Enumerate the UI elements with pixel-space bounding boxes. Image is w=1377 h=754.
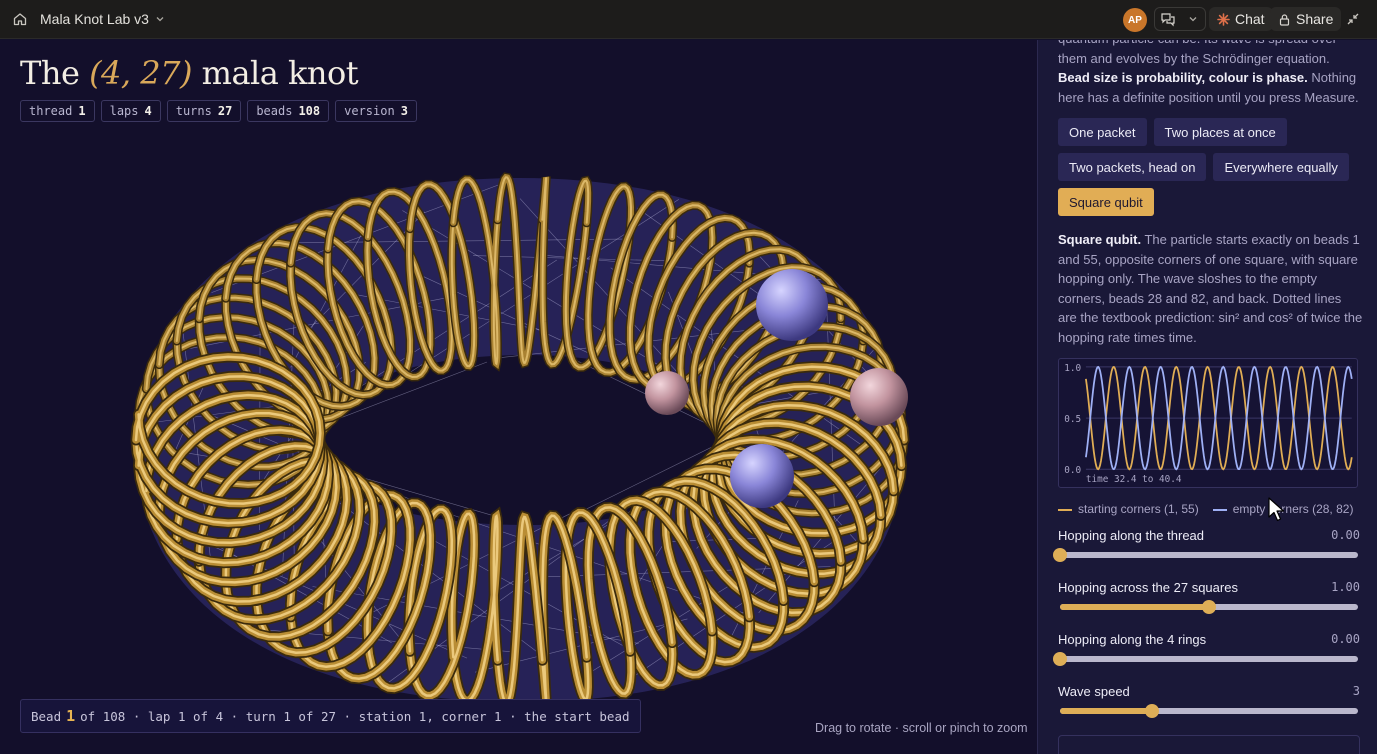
bead-info-prefix: Bead [31, 708, 62, 724]
slider-track[interactable] [1060, 704, 1358, 718]
legend-label: starting corners (1, 55) [1078, 502, 1199, 516]
stats-chips: thread 1 laps 4 turns 27 beads 108 version 3 [20, 100, 417, 122]
slider-label: Hopping across the 27 squares [1058, 580, 1238, 595]
slider-label: Hopping along the thread [1058, 528, 1205, 543]
bead-55[interactable] [645, 371, 689, 415]
bead-1[interactable] [850, 368, 908, 426]
legend-swatch [1212, 508, 1227, 511]
slider-square-hopping: Hopping across the 27 squares 1.00 [1058, 580, 1360, 614]
title-prefix: The [20, 54, 80, 92]
chip-beads: beads 108 [247, 100, 330, 122]
chip-value: 108 [298, 104, 321, 118]
slider-track[interactable] [1053, 548, 1358, 562]
share-label: Share [1296, 11, 1334, 27]
slider-label: Wave speed [1058, 684, 1130, 699]
preset-two-places[interactable]: Two places at once [1153, 118, 1287, 146]
chip-value: 1 [78, 104, 86, 118]
y-tick-label: 1.0 [1064, 363, 1081, 374]
page-title: The (4, 27) mala knot [20, 54, 359, 92]
chip-label: thread [29, 104, 73, 118]
chip-turns: turns 27 [166, 100, 242, 122]
bead-number: 1 [66, 707, 76, 725]
title-suffix: mala knot [201, 54, 359, 92]
slider-knob[interactable] [1145, 704, 1160, 718]
intro-text: quantum particle can be. Its wave is spr… [1058, 40, 1363, 107]
legend-swatch [1058, 508, 1072, 511]
avatar[interactable]: AP [1123, 8, 1147, 32]
x-range-label: time 32.4 to 40.4 [1086, 474, 1182, 485]
slider-knob[interactable] [1202, 600, 1216, 614]
desc-bold: Square qubit. [1058, 232, 1142, 247]
bead-info-detail: of 108 · lap 1 of 4 · turn 1 of 27 · sta… [80, 708, 630, 724]
slider-track[interactable] [1053, 652, 1358, 666]
intro-bold: Bead size is probability, colour is phas… [1058, 70, 1308, 85]
versions-dropdown[interactable] [1180, 8, 1205, 30]
knot-scene[interactable] [0, 40, 1037, 754]
preset-square-qubit[interactable]: Square qubit [1058, 188, 1154, 216]
chat-button[interactable]: Chat [1209, 7, 1273, 31]
desc-body: The particle starts exactly on beads 1 a… [1058, 232, 1363, 345]
chip-laps: laps 4 [100, 100, 161, 122]
bead-82[interactable] [730, 444, 794, 508]
y-tick-label: 0.5 [1064, 414, 1081, 425]
next-section-box [1058, 735, 1360, 754]
chat-label: Chat [1235, 11, 1265, 27]
intro-body: quantum particle can be. Its wave is spr… [1058, 40, 1337, 66]
chip-thread: thread 1 [20, 100, 95, 122]
slider-fill [1060, 708, 1153, 714]
chart-legend: starting corners (1, 55) empty corners (… [1058, 502, 1353, 516]
slider-value: 1.00 [1331, 580, 1360, 594]
preset-description: Square qubit. The particle starts exactl… [1058, 230, 1363, 347]
slider-knob[interactable] [1053, 548, 1067, 562]
chevron-down-icon [156, 17, 164, 22]
preset-two-packets[interactable]: Two packets, head on [1058, 153, 1207, 181]
versions-button[interactable] [1155, 8, 1180, 30]
preset-buttons: One packet Two places at once Two packet… [1058, 118, 1368, 216]
preset-one-packet[interactable]: One packet [1058, 118, 1147, 146]
bead-28[interactable] [756, 269, 828, 341]
sparkle-icon [1217, 12, 1230, 26]
preset-everywhere[interactable]: Everywhere equally [1213, 153, 1349, 181]
interaction-hint: Drag to rotate · scroll or pinch to zoom [815, 721, 1028, 735]
chip-label: beads [256, 104, 293, 118]
slider-fill [1060, 604, 1209, 610]
chevron-down-icon [1189, 17, 1196, 22]
legend-item-starting: starting corners (1, 55) [1058, 502, 1199, 516]
home-icon[interactable] [12, 11, 28, 27]
app-title: Mala Knot Lab v3 [40, 11, 149, 27]
app-title-dropdown[interactable]: Mala Knot Lab v3 [40, 11, 165, 27]
chip-value: 3 [400, 104, 408, 118]
chip-value: 4 [144, 104, 152, 118]
legend-label: empty corners (28, 82) [1232, 502, 1354, 516]
slider-wave-speed: Wave speed 3 [1058, 684, 1360, 718]
chip-label: laps [109, 104, 139, 118]
chat-bubbles-icon [1160, 13, 1175, 27]
slider-value: 0.00 [1331, 632, 1360, 646]
chip-value: 27 [217, 104, 233, 118]
slider-thread-hopping: Hopping along the thread 0.00 [1053, 528, 1360, 562]
slider-ring-hopping: Hopping along the 4 rings 0.00 [1053, 632, 1360, 666]
chip-label: version [344, 104, 395, 118]
slider-knob[interactable] [1053, 652, 1067, 666]
bead-info-bar: Bead 1 of 108 · lap 1 of 4 · turn 1 of 2… [20, 699, 641, 733]
lock-icon [1279, 13, 1290, 26]
slider-value: 0.00 [1331, 528, 1360, 542]
title-knot-pair: (4, 27) [89, 54, 192, 92]
slider-value: 3 [1352, 684, 1360, 698]
slider-track[interactable] [1060, 600, 1358, 614]
probability-chart: 1.0 0.5 0.0 time 32.4 to 40.4 [1058, 358, 1358, 488]
top-bar: Mala Knot Lab v3 AP Chat Share [0, 0, 1377, 39]
mouse-cursor-icon [1268, 497, 1285, 522]
control-panel[interactable]: quantum particle can be. Its wave is spr… [1037, 40, 1377, 754]
collapse-icon[interactable] [1345, 11, 1361, 27]
versions-control[interactable] [1154, 7, 1206, 31]
slider-label: Hopping along the 4 rings [1058, 632, 1207, 647]
y-tick-label: 0.0 [1064, 465, 1081, 476]
chip-label: turns [175, 104, 212, 118]
chip-version: version 3 [335, 100, 417, 122]
knot-viewport[interactable]: The (4, 27) mala knot thread 1 laps 4 turn… [0, 40, 1037, 754]
share-button[interactable]: Share [1270, 7, 1342, 31]
